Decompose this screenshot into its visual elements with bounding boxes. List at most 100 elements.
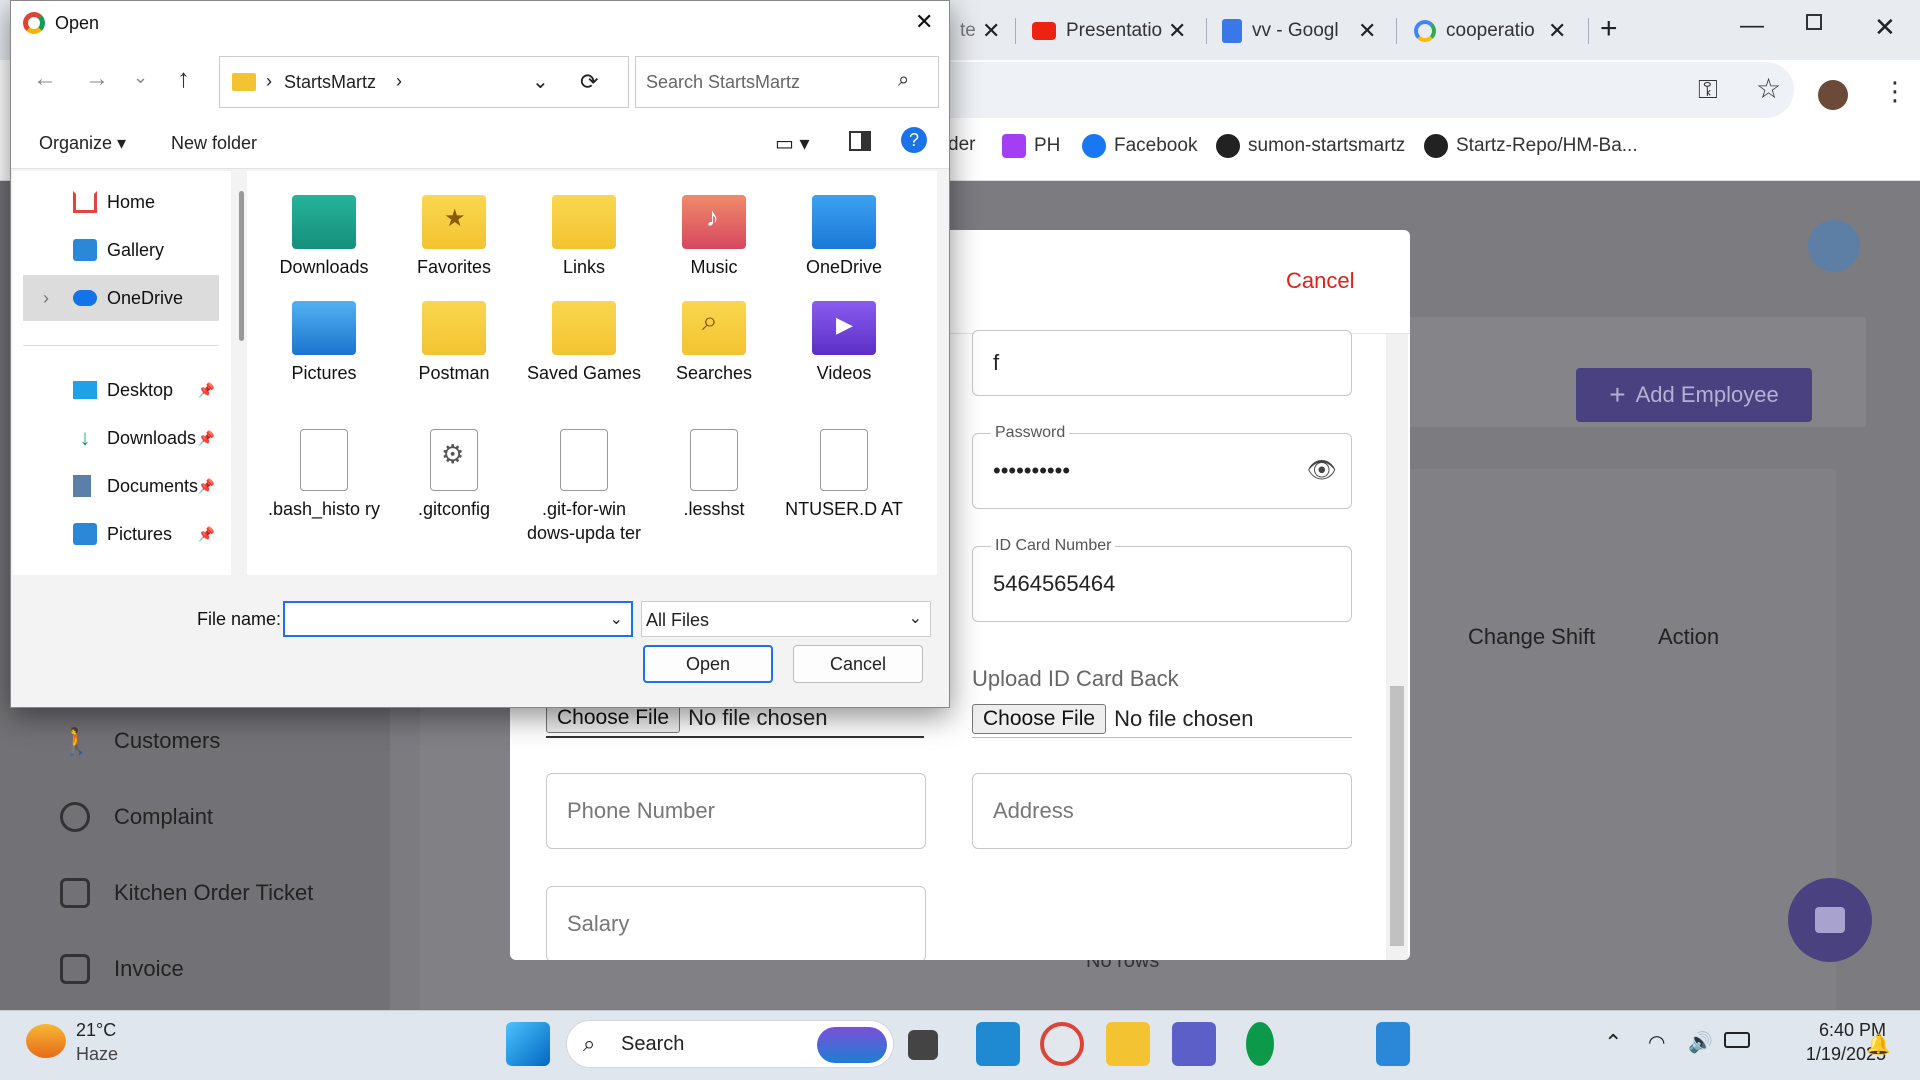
teams-icon[interactable] <box>1172 1022 1216 1066</box>
nav-item-onedrive[interactable]: › OneDrive <box>23 275 219 321</box>
file-explorer-icon[interactable] <box>1106 1022 1150 1066</box>
item-ntuser-dat[interactable]: NTUSER.D AT <box>779 429 909 521</box>
item-git-for-windows-updater[interactable]: .git-for-win dows-upda ter <box>519 429 649 545</box>
nav-scrollbar[interactable] <box>239 191 244 341</box>
view-icon[interactable]: ▭ ▾ <box>775 131 810 156</box>
item-searches[interactable]: ⌕ Searches <box>649 301 779 385</box>
item-favorites[interactable]: ★ Favorites <box>389 195 519 279</box>
pin-icon[interactable]: 📌 <box>198 430 215 447</box>
more-menu-icon[interactable]: ⋮ <box>1882 76 1908 107</box>
taskbar-search[interactable]: ⌕ Search <box>566 1020 894 1068</box>
file-name-input[interactable]: ⌄ <box>283 601 633 637</box>
sidebar-item-customers[interactable]: 🚶 Customers <box>60 726 220 756</box>
bookmark-github-1[interactable]: sumon-startsmartz <box>1216 134 1405 158</box>
id-card-number-field[interactable]: ID Card Number 5464565464 <box>972 537 1352 622</box>
expand-chevron-icon[interactable]: › <box>43 288 49 309</box>
forward-icon[interactable]: → <box>85 65 109 93</box>
refresh-icon[interactable]: ⟳ <box>580 69 598 95</box>
vscode-icon[interactable] <box>976 1022 1020 1066</box>
item-pictures[interactable]: Pictures <box>259 301 389 385</box>
modal-scrollbar[interactable] <box>1386 334 1408 960</box>
address-field[interactable]: Address <box>972 773 1352 849</box>
organize-button[interactable]: Organize ▾ <box>39 133 126 154</box>
profile-avatar[interactable] <box>1818 80 1848 110</box>
weather-temp[interactable]: 21°C <box>76 1020 116 1041</box>
item-postman[interactable]: Postman <box>389 301 519 385</box>
up-icon[interactable]: ↑ <box>177 63 190 94</box>
restore-icon[interactable] <box>1806 14 1822 30</box>
bookmark-facebook[interactable]: Facebook <box>1082 134 1197 158</box>
bookmark-ph[interactable]: PH <box>1002 134 1060 158</box>
bookmark-github-2[interactable]: Startz-Repo/HM-Ba... <box>1424 134 1638 158</box>
close-tab-icon[interactable]: ✕ <box>1168 18 1186 44</box>
task-view-icon[interactable] <box>908 1030 938 1060</box>
chrome-taskbar-icon[interactable] <box>1040 1022 1084 1066</box>
chat-fab[interactable] <box>1788 878 1872 962</box>
open-button[interactable]: Open <box>643 645 773 683</box>
back-icon[interactable]: ← <box>33 65 57 93</box>
close-window-icon[interactable]: ✕ <box>1874 12 1896 43</box>
close-tab-icon[interactable]: ✕ <box>982 18 1000 44</box>
mongodb-icon[interactable] <box>1246 1022 1274 1066</box>
nav-item-pictures[interactable]: Pictures 📌 <box>23 511 219 557</box>
chevron-down-icon[interactable]: ⌄ <box>610 609 623 629</box>
nav-item-desktop[interactable]: Desktop 📌 <box>23 367 219 413</box>
scrollbar-thumb[interactable] <box>1390 686 1404 946</box>
search-icon[interactable]: ⌕ <box>898 69 909 92</box>
user-avatar[interactable] <box>1808 220 1860 272</box>
nav-item-gallery[interactable]: Gallery <box>23 227 219 273</box>
notepad-icon[interactable] <box>1376 1022 1410 1066</box>
modal-cancel-button[interactable]: Cancel <box>1286 268 1354 294</box>
history-dropdown-icon[interactable]: ⌄ <box>532 69 549 94</box>
cancel-button[interactable]: Cancel <box>793 645 923 683</box>
weather-icon[interactable] <box>26 1024 66 1058</box>
star-icon[interactable]: ☆ <box>1756 72 1781 105</box>
close-tab-icon[interactable]: ✕ <box>1548 18 1566 44</box>
new-folder-button[interactable]: New folder <box>171 133 257 154</box>
tab-google-search[interactable]: cooperatio <box>1414 12 1564 50</box>
item-saved-games[interactable]: Saved Games <box>519 301 649 385</box>
preview-pane-icon[interactable] <box>849 131 871 151</box>
address-bar[interactable]: ⚿ ☆ <box>948 62 1794 118</box>
breadcrumb-startsmartz[interactable]: StartsMartz <box>284 72 376 93</box>
search-box[interactable]: Search StartsMartz ⌕ <box>635 56 939 108</box>
nav-item-downloads[interactable]: ↓ Downloads 📌 <box>23 415 219 461</box>
item-lesshst[interactable]: .lesshst <box>649 429 779 521</box>
start-icon[interactable] <box>506 1022 550 1066</box>
key-icon[interactable]: ⚿ <box>1698 74 1718 106</box>
nav-item-documents[interactable]: Documents 📌 <box>23 463 219 509</box>
item-gitconfig[interactable]: ⚙ .gitconfig <box>389 429 519 521</box>
item-bash-history[interactable]: .bash_histo ry <box>259 429 389 521</box>
dialog-close-icon[interactable]: ✕ <box>915 9 933 35</box>
wifi-icon[interactable]: ◠ <box>1648 1030 1665 1055</box>
tab-google-docs[interactable]: vv - Googl <box>1222 12 1372 50</box>
notification-bell-icon[interactable]: 🔔 <box>1866 1032 1891 1057</box>
close-tab-icon[interactable]: ✕ <box>1358 18 1376 44</box>
name-field[interactable]: f <box>972 330 1352 396</box>
volume-icon[interactable]: 🔊 <box>1688 1030 1713 1055</box>
add-employee-button[interactable]: + Add Employee <box>1576 368 1812 422</box>
pin-icon[interactable]: 📌 <box>198 478 215 495</box>
item-downloads[interactable]: Downloads <box>259 195 389 279</box>
item-onedrive[interactable]: OneDrive <box>779 195 909 279</box>
visibility-off-icon[interactable]: 👁 <box>1307 456 1337 485</box>
bookmark-partial[interactable]: der <box>948 134 975 156</box>
choose-file-button[interactable]: Choose File <box>972 703 1107 734</box>
pin-icon[interactable]: 📌 <box>198 382 215 399</box>
new-tab-icon[interactable]: + <box>1600 12 1618 46</box>
item-videos[interactable]: ▶ Videos <box>779 301 909 385</box>
salary-field[interactable]: Salary <box>546 886 926 960</box>
password-field[interactable]: Password •••••••••• 👁 <box>972 424 1352 509</box>
battery-icon[interactable] <box>1724 1032 1750 1048</box>
pin-icon[interactable]: 📌 <box>198 526 215 543</box>
nav-item-home[interactable]: Home <box>23 179 219 225</box>
phone-number-field[interactable]: Phone Number <box>546 773 926 849</box>
help-icon[interactable]: ? <box>901 127 927 153</box>
item-links[interactable]: Links <box>519 195 649 279</box>
address-breadcrumb[interactable]: › StartsMartz › ⌄ ⟳ <box>219 56 629 108</box>
tray-chevron-icon[interactable]: ⌃ <box>1604 1030 1622 1056</box>
minimize-icon[interactable]: — <box>1740 12 1764 40</box>
file-type-select[interactable]: All Files ⌄ <box>641 601 931 637</box>
upload-id-back-input[interactable]: Choose File No file chosen <box>972 700 1352 738</box>
sidebar-item-kitchen-order-ticket[interactable]: Kitchen Order Ticket <box>60 878 313 908</box>
